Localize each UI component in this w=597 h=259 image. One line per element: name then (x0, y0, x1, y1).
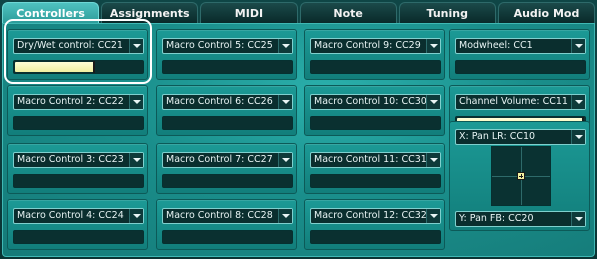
controller-select[interactable]: Macro Control 5: CC25 (162, 38, 293, 54)
controller-cell-modwheel: Modwheel: CC1 (449, 29, 590, 80)
controller-meter[interactable] (162, 116, 293, 130)
controller-select-label: Macro Control 7: CC27 (166, 154, 273, 165)
chevron-down-icon[interactable] (129, 153, 143, 167)
xy-pan-handle[interactable] (517, 172, 525, 180)
controller-meter[interactable] (310, 60, 441, 74)
chevron-down-icon[interactable] (571, 39, 585, 53)
tab-audio-mod[interactable]: Audio Mod (497, 2, 596, 24)
controller-select[interactable]: Macro Control 3: CC23 (13, 152, 144, 168)
controller-select[interactable]: Channel Volume: CC11 (455, 94, 586, 110)
controller-cell-macro-11: Macro Control 11: CC31 (304, 143, 445, 194)
chevron-down-icon[interactable] (571, 212, 585, 226)
controller-select[interactable]: Macro Control 11: CC31 (310, 152, 441, 168)
chevron-down-icon[interactable] (278, 95, 292, 109)
controller-meter[interactable] (455, 60, 586, 74)
controller-select-label: Macro Control 9: CC29 (314, 40, 421, 51)
controller-meter[interactable] (162, 60, 293, 74)
controller-cell-macro-9: Macro Control 9: CC29 (304, 29, 445, 80)
controller-select-label: Channel Volume: CC11 (459, 96, 568, 107)
controller-meter[interactable] (310, 230, 441, 244)
controller-select-label: Macro Control 4: CC24 (17, 210, 124, 221)
controller-select[interactable]: Macro Control 9: CC29 (310, 38, 441, 54)
chevron-down-icon[interactable] (426, 39, 440, 53)
controller-select-label: Macro Control 11: CC31 (314, 154, 427, 165)
controller-select[interactable]: Macro Control 12: CC32 (310, 208, 441, 224)
controller-meter[interactable] (13, 230, 144, 244)
xy-pan-y-select[interactable]: Y: Pan FB: CC20 (455, 211, 586, 227)
controller-select-label: Macro Control 10: CC30 (314, 96, 427, 107)
controller-meter[interactable] (162, 230, 293, 244)
controller-select[interactable]: Macro Control 2: CC22 (13, 94, 144, 110)
controller-meter[interactable] (310, 174, 441, 188)
chevron-down-icon[interactable] (278, 153, 292, 167)
chevron-down-icon[interactable] (426, 209, 440, 223)
controller-cell-macro-7: Macro Control 7: CC27 (156, 143, 297, 194)
controller-meter[interactable] (13, 174, 144, 188)
controller-meter[interactable] (13, 116, 144, 130)
controller-select-label: Macro Control 6: CC26 (166, 96, 273, 107)
controller-cell-macro-8: Macro Control 8: CC28 (156, 199, 297, 250)
chevron-down-icon[interactable] (129, 95, 143, 109)
chevron-down-icon[interactable] (571, 95, 585, 109)
chevron-down-icon[interactable] (278, 209, 292, 223)
xy-pan-x-select[interactable]: X: Pan LR: CC10 (455, 129, 586, 145)
controller-select-label: Macro Control 12: CC32 (314, 210, 427, 221)
controller-select[interactable]: Macro Control 8: CC28 (162, 208, 293, 224)
controller-cell-macro-10: Macro Control 10: CC30 (304, 85, 445, 136)
controller-select[interactable]: Macro Control 7: CC27 (162, 152, 293, 168)
controller-meter[interactable] (162, 174, 293, 188)
controllers-window: Controllers Assignments MIDI Note Tuning… (0, 0, 597, 259)
controller-select[interactable]: Macro Control 10: CC30 (310, 94, 441, 110)
tab-tuning[interactable]: Tuning (398, 2, 496, 24)
controller-cell-macro-12: Macro Control 12: CC32 (304, 199, 445, 250)
xy-pan-x-label: X: Pan LR: CC10 (459, 131, 536, 142)
controller-cell-macro-3: Macro Control 3: CC23 (7, 143, 148, 194)
chevron-down-icon[interactable] (129, 209, 143, 223)
xy-pan-pad[interactable] (491, 146, 551, 206)
controller-select[interactable]: Macro Control 6: CC26 (162, 94, 293, 110)
chevron-down-icon[interactable] (278, 39, 292, 53)
controller-select-label: Macro Control 5: CC25 (166, 40, 273, 51)
controller-cell-macro-4: Macro Control 4: CC24 (7, 199, 148, 250)
controller-select-label: Modwheel: CC1 (459, 40, 533, 51)
chevron-down-icon[interactable] (426, 95, 440, 109)
controller-select[interactable]: Macro Control 4: CC24 (13, 208, 144, 224)
xy-pan-y-label: Y: Pan FB: CC20 (459, 213, 534, 224)
controller-cell-macro-2: Macro Control 2: CC22 (7, 85, 148, 136)
tab-note[interactable]: Note (299, 2, 397, 24)
controller-meter[interactable] (310, 116, 441, 130)
selection-highlight (4, 19, 152, 84)
controller-select[interactable]: Modwheel: CC1 (455, 38, 586, 54)
controller-cell-macro-5: Macro Control 5: CC25 (156, 29, 297, 80)
xy-pan-cell: X: Pan LR: CC10 Y: Pan FB: CC20 (449, 121, 590, 231)
chevron-down-icon[interactable] (571, 130, 585, 144)
controller-cell-macro-6: Macro Control 6: CC26 (156, 85, 297, 136)
chevron-down-icon[interactable] (426, 153, 440, 167)
tab-midi[interactable]: MIDI (200, 2, 298, 24)
controller-select-label: Macro Control 3: CC23 (17, 154, 124, 165)
controller-select-label: Macro Control 8: CC28 (166, 210, 273, 221)
controller-select-label: Macro Control 2: CC22 (17, 96, 124, 107)
